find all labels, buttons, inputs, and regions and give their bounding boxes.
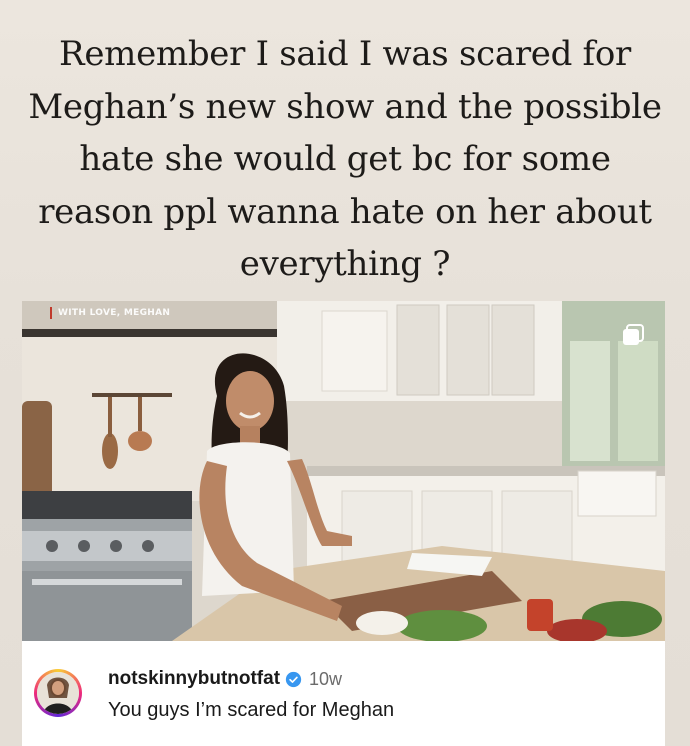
post-caption: You guys I’m scared for Meghan bbox=[108, 699, 395, 721]
post-media[interactable]: WITH LOVE, MEGHAN bbox=[22, 301, 665, 641]
story-headline: Remember I said I was scared for Meghan’… bbox=[28, 34, 662, 284]
username[interactable]: notskinnybutnotfat bbox=[108, 668, 280, 690]
story-background: Remember I said I was scared for Meghan’… bbox=[0, 0, 690, 746]
carousel-icon bbox=[623, 324, 644, 345]
post-meta: notskinnybutnotfat 10w You guys I’m scar… bbox=[22, 641, 665, 746]
shared-post-card[interactable]: WITH LOVE, MEGHAN notskinnybutnotfat 10w… bbox=[22, 301, 665, 746]
verified-badge-icon bbox=[285, 671, 302, 687]
show-watermark: WITH LOVE, MEGHAN bbox=[50, 307, 170, 319]
avatar-image bbox=[37, 672, 79, 714]
avatar[interactable] bbox=[34, 669, 82, 717]
kitchen-scene-image bbox=[22, 301, 665, 641]
post-age: 10w bbox=[309, 668, 343, 689]
user-row: notskinnybutnotfat 10w bbox=[108, 667, 342, 691]
